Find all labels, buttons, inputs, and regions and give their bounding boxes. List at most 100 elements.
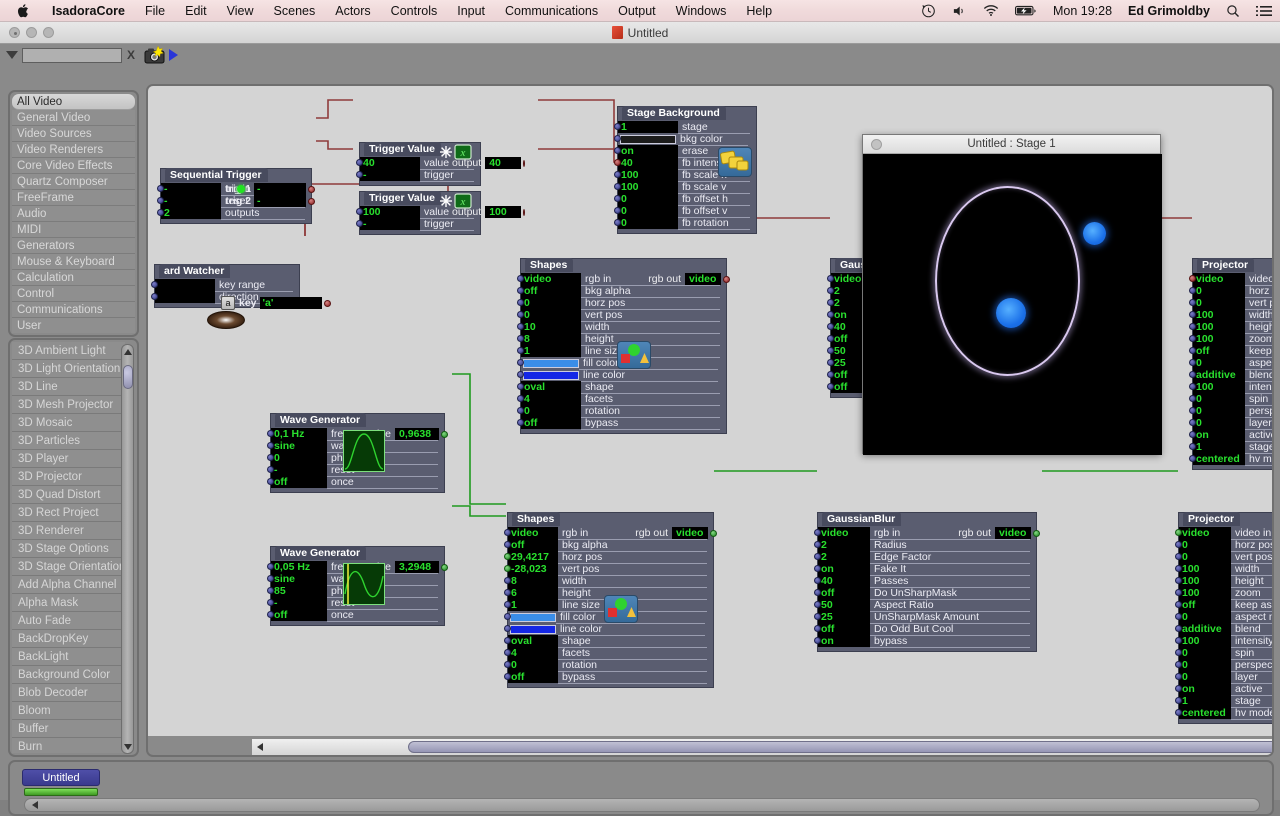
- scroll-left-arrow-icon[interactable]: [252, 740, 268, 755]
- node-header[interactable]: Sequential Trigger: [161, 168, 311, 183]
- actor-item-alpha-mask[interactable]: Alpha Mask: [12, 594, 125, 612]
- input-port-icon[interactable]: [814, 577, 821, 584]
- input-port-icon[interactable]: [1175, 565, 1182, 572]
- actor-item-3d-mosaic[interactable]: 3D Mosaic: [12, 414, 125, 432]
- input-port-icon[interactable]: [504, 661, 511, 668]
- input-value[interactable]: -28,023: [508, 563, 558, 575]
- spotlight-search-icon[interactable]: [1218, 4, 1248, 18]
- input-value[interactable]: off: [271, 476, 327, 488]
- actor-item-auto-fade[interactable]: Auto Fade: [12, 612, 125, 630]
- node-input-row[interactable]: 100 width: [1175, 563, 1272, 576]
- actor-item-background-color[interactable]: Background Color: [12, 666, 125, 684]
- actor-item-3d-light-orientation[interactable]: 3D Light Orientation: [12, 360, 125, 378]
- input-value[interactable]: 0: [508, 659, 558, 671]
- color-swatch[interactable]: [523, 359, 579, 368]
- node-input-row[interactable]: 0 spin: [1175, 647, 1272, 660]
- input-port-icon[interactable]: [267, 611, 274, 618]
- input-port-icon[interactable]: [504, 589, 511, 596]
- node-header[interactable]: Wave Generator: [271, 413, 444, 428]
- node-input-row[interactable]: off once: [267, 476, 444, 489]
- volume-icon[interactable]: [944, 4, 975, 18]
- input-port-icon[interactable]: [1175, 637, 1182, 644]
- input-value[interactable]: 100: [1179, 635, 1231, 647]
- triangle-down-icon[interactable]: [6, 51, 18, 59]
- input-port-icon[interactable]: [267, 587, 274, 594]
- node-input-row[interactable]: key range: [151, 279, 299, 292]
- input-port-icon[interactable]: [1189, 323, 1196, 330]
- input-port-icon[interactable]: [517, 299, 524, 306]
- input-value[interactable]: 0: [1179, 539, 1231, 551]
- node-input-row[interactable]: 0 layer: [1189, 417, 1272, 430]
- input-port-icon[interactable]: [614, 135, 621, 142]
- actor-item-blob-decoder[interactable]: Blob Decoder: [12, 684, 125, 702]
- node-input-row[interactable]: 40 Passes: [814, 575, 1036, 588]
- node-input-row[interactable]: - trigger: [356, 218, 480, 231]
- input-port-icon[interactable]: [814, 589, 821, 596]
- menu-app-name[interactable]: IsadoraCore: [42, 4, 135, 18]
- input-port-icon[interactable]: [814, 625, 821, 632]
- category-item-audio[interactable]: Audio: [12, 206, 135, 222]
- menu-item-input[interactable]: Input: [447, 4, 495, 18]
- input-port-icon[interactable]: [1175, 529, 1182, 536]
- input-value[interactable]: [155, 291, 215, 303]
- node-input-row[interactable]: additive blend: [1189, 369, 1272, 382]
- input-value[interactable]: 0,1 Hz: [271, 428, 327, 440]
- node-trigger-value-1[interactable]: Trigger Value 40 value - trigger output 40 x: [356, 142, 526, 186]
- input-port-icon[interactable]: [1175, 661, 1182, 668]
- input-value[interactable]: off: [521, 285, 581, 297]
- input-value[interactable]: 100: [618, 169, 678, 181]
- output-value[interactable]: 100: [485, 206, 522, 218]
- input-port-icon[interactable]: [814, 529, 821, 536]
- input-value[interactable]: video: [818, 527, 870, 539]
- node-input-row[interactable]: 4 facets: [504, 647, 713, 660]
- input-value[interactable]: 8: [508, 575, 558, 587]
- trigger-output-value[interactable]: -: [254, 183, 306, 195]
- input-port-icon[interactable]: [504, 529, 511, 536]
- wifi-icon[interactable]: [975, 4, 1007, 17]
- node-input-row[interactable]: 0aspect m: [1175, 611, 1272, 624]
- actor-item-3d-renderer[interactable]: 3D Renderer: [12, 522, 125, 540]
- node-input-row[interactable]: 1 stage: [1175, 695, 1272, 708]
- input-value[interactable]: 1: [618, 121, 678, 133]
- node-input-row[interactable]: 100 width: [1189, 309, 1272, 322]
- category-item-midi[interactable]: MIDI: [12, 222, 135, 238]
- node-input-row[interactable]: bkg color: [614, 133, 756, 146]
- input-port-icon[interactable]: [1175, 601, 1182, 608]
- input-value[interactable]: additive: [1193, 369, 1245, 381]
- output-port-icon[interactable]: [441, 563, 448, 571]
- actor-item-3d-stage-options[interactable]: 3D Stage Options: [12, 540, 125, 558]
- input-value[interactable]: [155, 279, 215, 291]
- input-port-icon[interactable]: [356, 159, 363, 166]
- node-input-row[interactable]: off Do Odd But Cool: [814, 623, 1036, 636]
- node-input-row[interactable]: 0 rotation: [504, 659, 713, 672]
- input-value[interactable]: off: [1193, 345, 1245, 357]
- scene-bar-scrollbar[interactable]: [24, 798, 1260, 812]
- input-value[interactable]: 100: [1179, 563, 1231, 575]
- menu-item-communications[interactable]: Communications: [495, 4, 608, 18]
- input-value[interactable]: 4: [521, 393, 581, 405]
- category-item-video-sources[interactable]: Video Sources: [12, 126, 135, 142]
- actor-item-buffer[interactable]: Buffer: [12, 720, 125, 738]
- input-value[interactable]: 100: [1179, 575, 1231, 587]
- category-item-quartz-composer[interactable]: Quartz Composer: [12, 174, 135, 190]
- node-input-row[interactable]: 100height: [1175, 575, 1272, 588]
- input-value[interactable]: -: [271, 597, 327, 609]
- input-port-icon[interactable]: [1189, 299, 1196, 306]
- input-port-icon[interactable]: [504, 637, 511, 644]
- input-port-icon[interactable]: [827, 287, 834, 294]
- input-value[interactable]: sine: [271, 440, 327, 452]
- node-input-row[interactable]: 8 width: [504, 575, 713, 588]
- node-input-row[interactable]: 0 fb offset h: [614, 193, 756, 206]
- node-sequential-trigger[interactable]: Sequential Trigger - trig in - reset 2 outputs…: [157, 168, 315, 224]
- input-port-icon[interactable]: [614, 171, 621, 178]
- input-value[interactable]: 50: [818, 599, 870, 611]
- input-value[interactable]: off: [521, 417, 581, 429]
- category-item-communications[interactable]: Communications: [12, 302, 135, 318]
- node-input-row[interactable]: centeredhv mode: [1175, 707, 1272, 720]
- node-projector-top[interactable]: Projectorvideovideo in0horz pos0vert pos…: [1189, 258, 1272, 470]
- node-input-row[interactable]: 29,4217 horz pos: [504, 551, 713, 564]
- input-port-icon[interactable]: [517, 323, 524, 330]
- actor-item-bloom[interactable]: Bloom: [12, 702, 125, 720]
- input-port-icon[interactable]: [517, 287, 524, 294]
- menu-user-name[interactable]: Ed Grimoldby: [1120, 4, 1218, 18]
